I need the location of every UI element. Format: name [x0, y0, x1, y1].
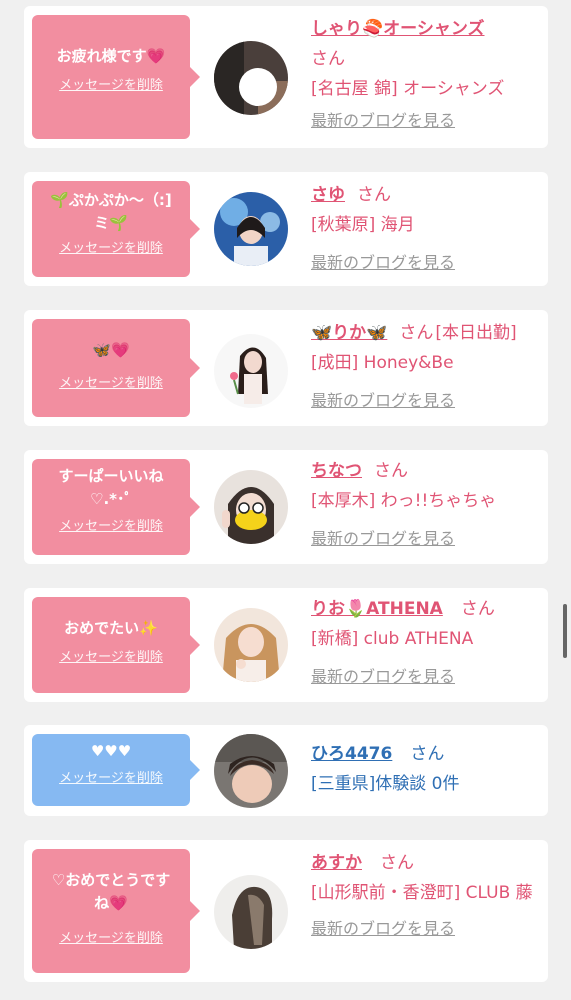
profile-photo-icon	[214, 334, 288, 408]
honorific: さん	[460, 599, 495, 619]
shop-label: [新橋] club ATHENA	[311, 629, 474, 649]
latest-blog-link[interactable]: 最新のブログを見る	[311, 524, 541, 554]
message-card: ♥♥♥ メッセージを削除 ひろ4476 さん [三重県]体験談 0件	[24, 725, 548, 816]
honorific: さん	[399, 323, 434, 343]
sender-info: ちなつ さん [本厚木] わっ!!ちゃちゃ 最新のブログを見る	[311, 456, 541, 554]
message-card: 🦋💗 メッセージを削除 🦋りか🦋 さん [本日出勤] [成田] Honey&Be 最…	[24, 310, 548, 426]
sender-name-link[interactable]: ちなつ	[311, 461, 362, 481]
scrollbar-thumb[interactable]	[563, 604, 567, 658]
latest-blog-link[interactable]: 最新のブログを見る	[311, 248, 541, 278]
message-bubble: 🦋💗 メッセージを削除	[32, 319, 200, 417]
sender-name-link[interactable]: しゃり🍣オーシャンズ	[311, 19, 485, 39]
shop-label: [成田] Honey&Be	[311, 353, 454, 373]
message-text: すーぱーいいね♡.*･ﾟ	[58, 467, 164, 508]
avatar[interactable]	[214, 734, 288, 808]
message-bubble: 🌱ぷかぷか〜（:]ミ🌱 メッセージを削除	[32, 181, 200, 277]
latest-blog-link[interactable]: 最新のブログを見る	[311, 106, 541, 136]
sender-info: あすか さん [山形駅前・香澄町] CLUB 藤 最新のブログを見る	[311, 848, 541, 944]
profile-photo-icon	[214, 192, 288, 266]
avatar[interactable]	[214, 470, 288, 544]
sender-name-link[interactable]: 🦋りか🦋	[311, 323, 387, 343]
message-bubble: すーぱーいいね♡.*･ﾟ メッセージを削除	[32, 459, 200, 555]
shop-label: [秋葉原] 海月	[311, 215, 415, 235]
delete-message-link[interactable]: メッセージを削除	[40, 646, 182, 665]
shop-label: [山形駅前・香澄町] CLUB 藤	[311, 883, 533, 903]
profile-photo-icon	[214, 608, 288, 682]
honorific: さん	[380, 853, 414, 873]
message-card: おめでたい✨ メッセージを削除 りお🌷ATHENA さん [新橋] club AT…	[24, 588, 548, 702]
latest-blog-link[interactable]: 最新のブログを見る	[311, 386, 541, 416]
message-card: 🌱ぷかぷか〜（:]ミ🌱 メッセージを削除 さゆ さん [秋葉原] 海月 最新のブロ…	[24, 172, 548, 286]
avatar[interactable]	[214, 875, 288, 949]
sender-info: 🦋りか🦋 さん [本日出勤] [成田] Honey&Be 最新のブログを見る	[311, 318, 541, 416]
honorific: さん	[374, 461, 408, 481]
message-text: 🦋💗	[92, 341, 130, 359]
shop-label: [三重県]体験談 0件	[311, 774, 460, 794]
message-bubble: おめでたい✨ メッセージを削除	[32, 597, 200, 693]
delete-message-link[interactable]: メッセージを削除	[40, 767, 182, 786]
delete-message-link[interactable]: メッセージを削除	[40, 237, 182, 256]
honorific: さん	[311, 49, 345, 69]
honorific: さん	[410, 744, 445, 764]
latest-blog-link[interactable]: 最新のブログを見る	[311, 662, 541, 692]
sender-name-link[interactable]: さゆ	[311, 185, 345, 205]
shop-label: [名古屋 錦] オーシャンズ	[311, 79, 505, 99]
profile-photo-icon	[214, 734, 288, 808]
delete-message-link[interactable]: メッセージを削除	[40, 74, 182, 93]
message-text: ♡おめでとうですね💗	[51, 871, 171, 912]
delete-message-link[interactable]: メッセージを削除	[40, 927, 182, 946]
message-text: ♥♥♥	[90, 742, 132, 760]
profile-photo-icon	[214, 470, 288, 544]
avatar[interactable]	[214, 608, 288, 682]
profile-photo-icon	[214, 41, 288, 115]
avatar[interactable]	[214, 41, 288, 115]
message-bubble: ♥♥♥ メッセージを削除	[32, 734, 200, 806]
message-card: お疲れ様です💗 メッセージを削除 しゃり🍣オーシャンズ さん [名古屋 錦] オ…	[24, 6, 548, 148]
latest-blog-link[interactable]: 最新のブログを見る	[311, 914, 541, 944]
shop-label: [本厚木] わっ!!ちゃちゃ	[311, 491, 497, 511]
avatar[interactable]	[214, 334, 288, 408]
message-bubble: ♡おめでとうですね💗 メッセージを削除	[32, 849, 200, 973]
sender-info: しゃり🍣オーシャンズ さん [名古屋 錦] オーシャンズ 最新のブログを見る	[311, 14, 541, 136]
message-text: おめでたい✨	[64, 619, 158, 637]
honorific: さん	[357, 185, 391, 205]
message-card: ♡おめでとうですね💗 メッセージを削除 あすか さん [山形駅前・香澄町] CLU…	[24, 840, 548, 982]
sender-info: りお🌷ATHENA さん [新橋] club ATHENA 最新のブログを見る	[311, 594, 541, 692]
profile-photo-icon	[214, 875, 288, 949]
message-card: すーぱーいいね♡.*･ﾟ メッセージを削除 ちなつ さん [本厚木] わっ!!ちゃ…	[24, 450, 548, 564]
sender-name-link[interactable]: りお🌷ATHENA	[311, 599, 443, 619]
avatar[interactable]	[214, 192, 288, 266]
delete-message-link[interactable]: メッセージを削除	[40, 372, 182, 391]
message-bubble: お疲れ様です💗 メッセージを削除	[32, 15, 200, 139]
sender-info: ひろ4476 さん [三重県]体験談 0件	[311, 739, 541, 799]
status-label: [本日出勤]	[435, 323, 517, 343]
delete-message-link[interactable]: メッセージを削除	[40, 515, 182, 534]
sender-info: さゆ さん [秋葉原] 海月 最新のブログを見る	[311, 180, 541, 278]
message-text: お疲れ様です💗	[56, 47, 166, 65]
message-text: 🌱ぷかぷか〜（:]ミ🌱	[50, 191, 172, 232]
sender-name-link[interactable]: ひろ4476	[311, 744, 392, 764]
sender-name-link[interactable]: あすか	[311, 853, 362, 873]
